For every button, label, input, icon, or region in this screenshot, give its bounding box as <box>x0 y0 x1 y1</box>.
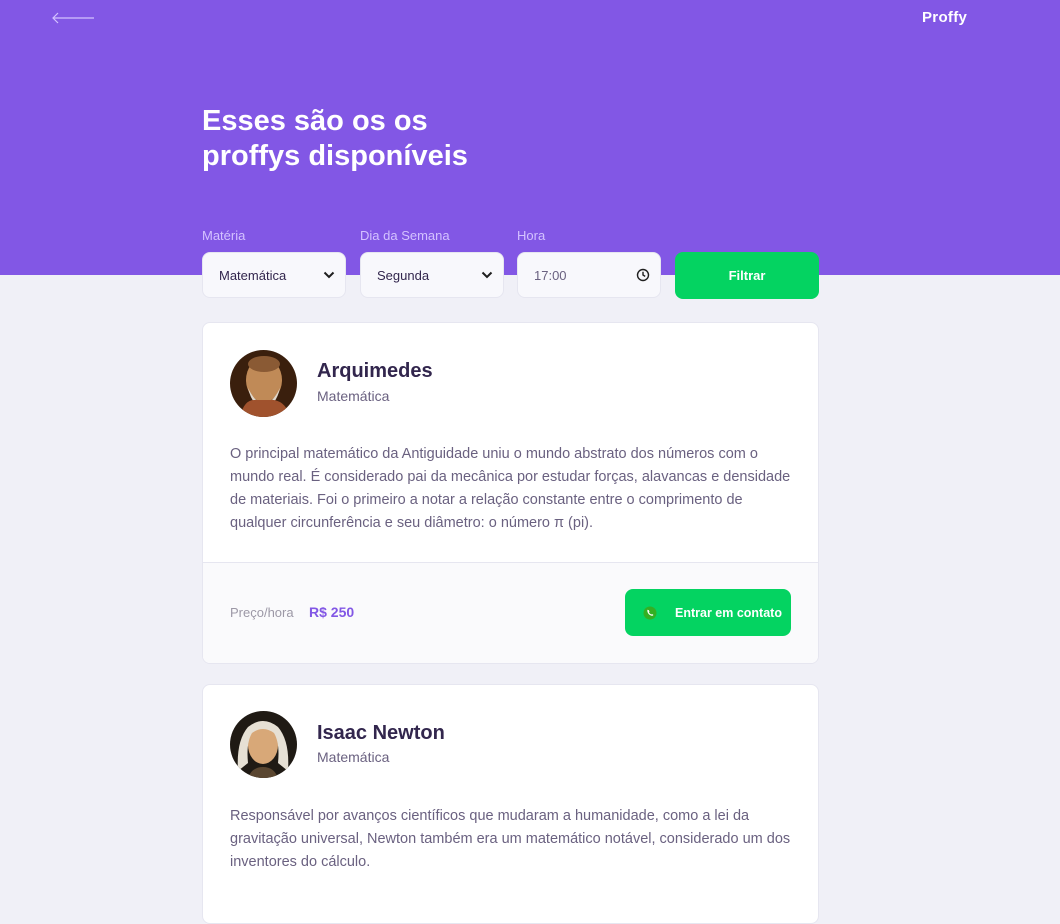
card-footer: Preço/hora R$ 250 Entrar em contato <box>203 562 818 663</box>
subject-select[interactable]: Matemática <box>202 252 346 298</box>
time-input-value: 17:00 <box>534 267 567 283</box>
price-label: Preço/hora <box>230 605 294 620</box>
time-label: Hora <box>517 228 546 243</box>
logo: Proffy <box>922 9 968 26</box>
back-link[interactable] <box>50 8 96 28</box>
contact-button-label: Entrar em contato <box>675 605 782 620</box>
weekday-select[interactable]: Segunda <box>360 252 504 298</box>
weekday-label: Dia da Semana <box>360 228 450 243</box>
chevron-down-icon <box>481 271 493 279</box>
teacher-card: Isaac Newton Matemática Responsável por … <box>202 684 819 924</box>
price-value: R$ 250 <box>309 604 355 620</box>
page-title-line2: proffys disponíveis <box>202 140 468 172</box>
avatar <box>230 350 297 417</box>
contact-button[interactable]: Entrar em contato <box>625 589 791 636</box>
page-title: Esses são os os proffys disponíveis <box>202 104 622 174</box>
time-input[interactable]: 17:00 <box>517 252 661 298</box>
subject-label: Matéria <box>202 228 246 243</box>
teacher-bio: Responsável por avanços científicos que … <box>230 808 791 870</box>
teacher-bio: O principal matemático da Antiguidade un… <box>230 446 791 531</box>
whatsapp-icon <box>643 606 657 620</box>
subject-select-value: Matemática <box>219 267 287 283</box>
filter-button[interactable]: Filtrar <box>675 252 819 299</box>
teacher-name: Arquimedes <box>317 360 433 382</box>
teacher-name: Isaac Newton <box>317 722 445 744</box>
teacher-card: Arquimedes Matemática O principal matemá… <box>202 322 819 664</box>
page-title-line1: Esses são os os <box>202 105 428 137</box>
teacher-subject: Matemática <box>317 388 390 404</box>
teacher-subject: Matemática <box>317 749 390 765</box>
weekday-select-value: Segunda <box>377 267 430 283</box>
chevron-down-icon <box>323 271 335 279</box>
search-filters: Matéria Matemática Dia da Semana Segunda… <box>202 226 819 300</box>
avatar <box>230 711 297 778</box>
arrow-left-icon <box>52 12 94 24</box>
clock-icon <box>636 268 650 282</box>
